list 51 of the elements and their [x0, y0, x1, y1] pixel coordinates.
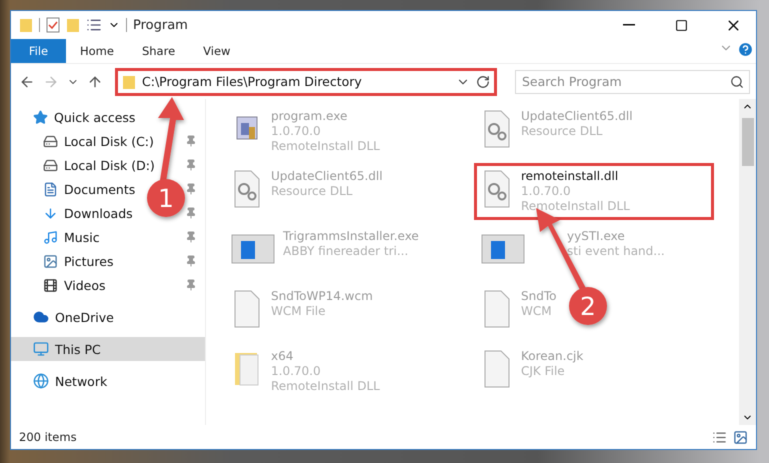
checklist-icon[interactable]: [46, 17, 60, 33]
cloud-icon: [33, 309, 49, 325]
sidebar-item[interactable]: Quick access: [11, 105, 205, 129]
ribbon-tab[interactable]: Share: [128, 39, 190, 63]
maximize-icon: [674, 18, 688, 32]
properties-icon[interactable]: [86, 17, 102, 33]
step-marker: 2: [569, 287, 607, 325]
sidebar-item[interactable]: OneDrive: [11, 305, 205, 329]
scroll-thumb[interactable]: [742, 118, 754, 166]
pin-icon[interactable]: [185, 255, 197, 267]
details-view-icon[interactable]: [712, 430, 727, 444]
file-item[interactable]: remoteinstall.dll 1.0.70.0 RemoteInstall DLL: [474, 163, 714, 220]
sidebar-item[interactable]: Music: [64, 230, 100, 244]
refresh-icon[interactable]: [476, 74, 490, 88]
minimize-icon: [623, 24, 635, 26]
ribbon-tab[interactable]: View: [189, 39, 244, 63]
search-field[interactable]: Search Program: [515, 70, 750, 94]
sidebar-item[interactable]: This PC: [11, 337, 205, 361]
ribbon-tab[interactable]: Home: [66, 39, 128, 63]
pin-icon[interactable]: [185, 279, 197, 291]
document-icon: [43, 182, 58, 196]
pin-icon[interactable]: [185, 159, 197, 171]
item-count: 200 items: [19, 430, 78, 444]
pin-icon[interactable]: [185, 207, 197, 219]
sidebar-item[interactable]: Documents: [64, 182, 136, 196]
star-icon: [33, 110, 48, 124]
large-icons-view-icon[interactable]: [733, 430, 748, 444]
sidebar-item[interactable]: Local Disk (C:): [64, 134, 154, 148]
ribbon-tab[interactable]: File: [11, 39, 66, 63]
drive-icon: [43, 134, 58, 148]
film-icon: [43, 278, 58, 292]
scrollbar[interactable]: [739, 99, 756, 425]
sidebar-item[interactable]: Videos: [64, 278, 106, 292]
step-marker: 1: [147, 179, 185, 217]
drive-icon: [43, 158, 58, 172]
sidebar-item[interactable]: Network: [11, 369, 205, 393]
window-title: Program: [133, 18, 189, 32]
sidebar-item[interactable]: Pictures: [64, 254, 114, 268]
monitor-icon: [33, 341, 49, 357]
download-icon: [43, 206, 58, 220]
folder-icon: [122, 74, 136, 90]
sidebar-item[interactable]: Downloads: [64, 206, 133, 220]
sidebar-item[interactable]: Local Disk (D:): [64, 158, 155, 172]
picture-icon: [43, 254, 58, 268]
pin-icon[interactable]: [185, 231, 197, 243]
address-bar[interactable]: C:\Program Files\Program Directory: [115, 68, 497, 96]
pin-icon[interactable]: [185, 135, 197, 147]
globe-icon: [33, 373, 49, 389]
search-icon: [730, 74, 744, 88]
pin-icon[interactable]: [185, 183, 197, 195]
music-note-icon: [43, 230, 58, 244]
